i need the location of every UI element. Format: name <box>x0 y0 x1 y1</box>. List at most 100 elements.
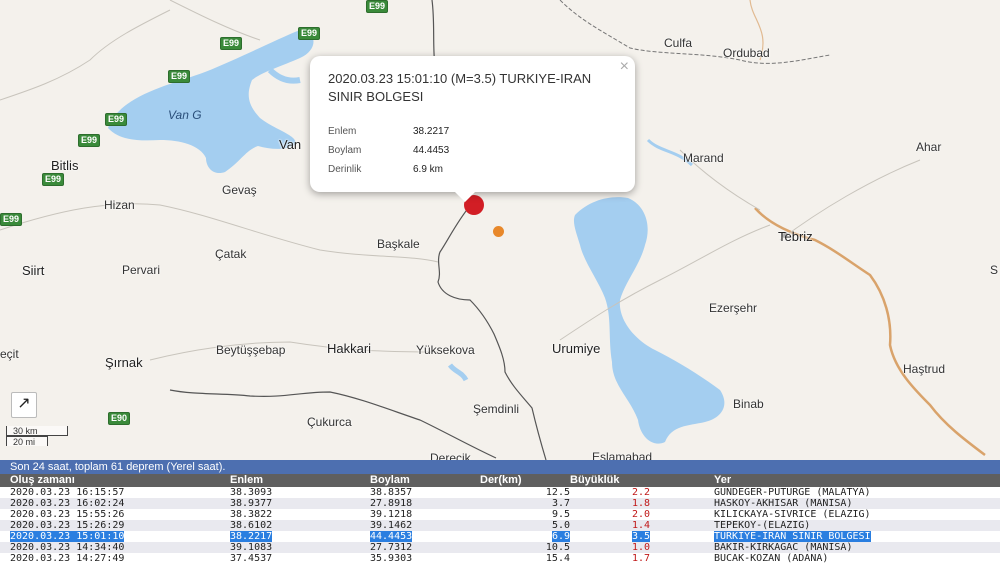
place-beytussebap: Beytüşşebap <box>216 343 286 357</box>
road-shield-e99: E99 <box>220 37 243 50</box>
cell-loc-text: TEPEKOY-(ELAZIG) <box>714 520 811 531</box>
cell-loc-text: BUCAK-KOZAN (ADANA) <box>714 553 829 564</box>
cell-lon: 27.8918 <box>370 498 480 509</box>
cell-time: 2020.03.23 16:02:24 <box>0 498 230 509</box>
cell-mag-text: 1.0 <box>631 542 650 553</box>
cell-time: 2020.03.23 16:15:57 <box>0 487 230 498</box>
cell-loc: KILICKAYA-SIVRICE (ELAZIG) <box>650 509 1000 520</box>
cell-lat: 38.2217 <box>230 531 370 542</box>
cell-lat-text: 39.1083 <box>230 542 273 553</box>
cell-depth: 12.5 <box>480 487 570 498</box>
header-time[interactable]: Oluş zamanı <box>0 474 230 487</box>
road-shield-e90: E90 <box>108 412 131 425</box>
fullscreen-icon[interactable]: ↗ <box>11 392 37 418</box>
place-hizan: Hizan <box>104 198 135 212</box>
header-lat[interactable]: Enlem <box>230 474 370 487</box>
cell-mag-text: 1.8 <box>631 498 650 509</box>
cell-mag-text: 3.5 <box>631 531 650 542</box>
cell-time-text: 2020.03.23 15:01:10 <box>10 531 125 542</box>
table-row[interactable]: 2020.03.23 15:55:26 38.3822 39.1218 9.5 2.0 K… <box>0 509 1000 520</box>
map-scale: 30 km 20 mi <box>6 426 68 447</box>
place-ordubad: Ordubad <box>723 46 770 60</box>
cell-lon-text: 27.7312 <box>370 542 413 553</box>
cell-depth-text: 10.5 <box>545 542 570 553</box>
cell-loc-text: BAKIR-KIRKAGAC (MANISA) <box>714 542 853 553</box>
cell-time-text: 2020.03.23 14:27:49 <box>10 553 125 564</box>
table-row-selected[interactable]: 2020.03.23 15:01:10 38.2217 44.4453 6.9 3.5 T… <box>0 531 1000 542</box>
cell-depth: 10.5 <box>480 542 570 553</box>
cell-time-text: 2020.03.23 14:34:40 <box>10 542 125 553</box>
cell-lat: 38.3093 <box>230 487 370 498</box>
place-urumiye: Urumiye <box>552 341 601 356</box>
cell-depth-text: 3.7 <box>551 498 570 509</box>
cell-lon: 35.9303 <box>370 553 480 564</box>
cell-lon: 38.8357 <box>370 487 480 498</box>
place-ahar: Ahar <box>916 140 942 154</box>
cell-time: 2020.03.23 15:55:26 <box>0 509 230 520</box>
place-yuksekova: Yüksekova <box>416 343 475 357</box>
border-turkey-iran <box>437 205 547 460</box>
table-header-row: Oluş zamanı Enlem Boylam Der(km) Büyüklü… <box>0 474 1000 487</box>
road-shield-e99: E99 <box>168 70 191 83</box>
earthquake-info-popup: × 2020.03.23 15:01:10 (M=3.5) TURKIYE-IR… <box>310 56 635 202</box>
cell-loc-text: GUNDEGER-PUTURGE (MALATYA) <box>714 487 871 498</box>
cell-mag: 2.2 <box>570 487 650 498</box>
earthquake-list-panel: Son 24 saat, toplam 61 deprem (Yerel saa… <box>0 460 1000 581</box>
scale-mi: 20 mi <box>6 436 48 447</box>
place-eslamabad: Eslamabad <box>592 450 653 460</box>
popup-tip <box>455 192 475 202</box>
header-depth[interactable]: Der(km) <box>480 474 570 487</box>
cell-mag: 3.5 <box>570 531 650 542</box>
cell-depth-text: 15.4 <box>545 553 570 564</box>
place-pervari: Pervari <box>122 263 161 277</box>
cell-depth: 5.0 <box>480 520 570 531</box>
popup-row-lon: Boylam 44.4453 <box>328 141 449 160</box>
cell-lon: 44.4453 <box>370 531 480 542</box>
place-semdinli: Şemdinli <box>473 402 520 416</box>
header-lon[interactable]: Boylam <box>370 474 480 487</box>
cell-lat: 38.9377 <box>230 498 370 509</box>
cell-mag-text: 2.0 <box>631 509 650 520</box>
place-hakkari: Hakkari <box>327 341 372 356</box>
earthquake-marker[interactable] <box>493 226 504 237</box>
cell-mag-text: 1.4 <box>631 520 650 531</box>
cell-lon-text: 35.9303 <box>370 553 413 564</box>
cell-mag: 1.8 <box>570 498 650 509</box>
header-mag[interactable]: Büyüklük <box>570 474 650 487</box>
table-row[interactable]: 2020.03.23 14:27:49 37.4537 35.9303 15.4 1.7… <box>0 553 1000 564</box>
cell-lon-text: 38.8357 <box>370 487 413 498</box>
table-body: 2020.03.23 16:15:57 38.3093 38.8357 12.5 2.2… <box>0 487 1000 564</box>
cell-loc: BAKIR-KIRKAGAC (MANISA) <box>650 542 1000 553</box>
cell-time: 2020.03.23 14:34:40 <box>0 542 230 553</box>
cell-mag: 1.7 <box>570 553 650 564</box>
road-shield-e99: E99 <box>0 213 23 226</box>
header-loc[interactable]: Yer <box>650 474 1000 487</box>
cell-lon: 39.1462 <box>370 520 480 531</box>
table-row[interactable]: 2020.03.23 14:34:40 39.1083 27.7312 10.5 1.0… <box>0 542 1000 553</box>
cell-loc: GUNDEGER-PUTURGE (MALATYA) <box>650 487 1000 498</box>
cell-lat-text: 38.9377 <box>230 498 273 509</box>
cell-time-text: 2020.03.23 16:15:57 <box>10 487 125 498</box>
place-siirt: Siirt <box>22 263 45 278</box>
place-partial-right: S <box>990 263 999 277</box>
cell-depth-text: 5.0 <box>551 520 570 531</box>
table-row[interactable]: 2020.03.23 16:02:24 38.9377 27.8918 3.7 1.8 H… <box>0 498 1000 509</box>
popup-label: Boylam <box>328 145 362 156</box>
summary-bar: Son 24 saat, toplam 61 deprem (Yerel saa… <box>0 460 1000 474</box>
table-row[interactable]: 2020.03.23 16:15:57 38.3093 38.8357 12.5 2.2… <box>0 487 1000 498</box>
table-row[interactable]: 2020.03.23 15:26:29 38.6102 39.1462 5.0 1.4 T… <box>0 520 1000 531</box>
place-derecik: Derecik <box>430 451 471 460</box>
cell-lat: 37.4537 <box>230 553 370 564</box>
cell-mag: 1.0 <box>570 542 650 553</box>
popup-value: 38.2217 <box>413 126 450 137</box>
scale-km: 30 km <box>6 426 68 436</box>
cell-lat-text: 38.3822 <box>230 509 273 520</box>
popup-details: Enlem 38.2217 Boylam 44.4453 Derinlik 6.… <box>328 122 449 179</box>
map-view[interactable]: Culfa Ordubad Van Marand Ahar Bitlis Gev… <box>0 0 1000 460</box>
cell-loc: HASKOY-AKHISAR (MANISA) <box>650 498 1000 509</box>
place-gevas: Gevaş <box>222 183 257 197</box>
road-shield-e99: E99 <box>105 113 128 126</box>
cell-time: 2020.03.23 14:27:49 <box>0 553 230 564</box>
close-icon[interactable]: × <box>620 58 629 76</box>
place-cukurca: Çukurca <box>307 415 352 429</box>
